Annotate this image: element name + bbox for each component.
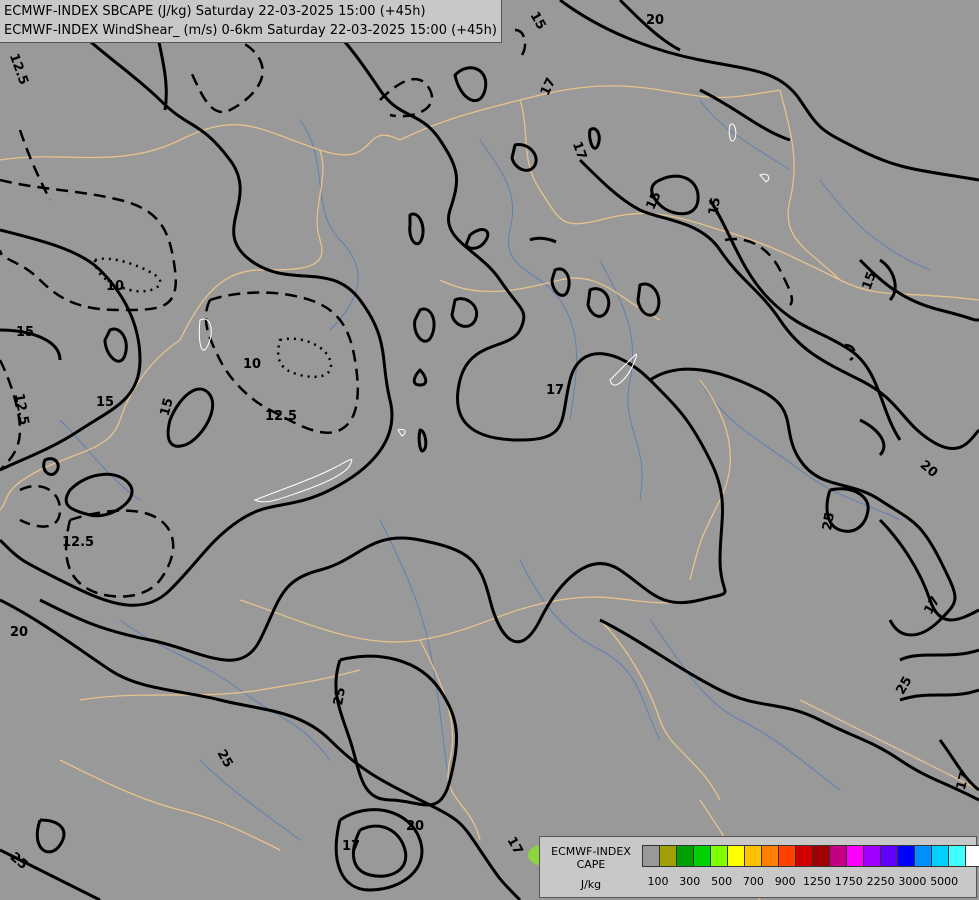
contour-label: 17 <box>546 383 564 398</box>
legend-tick-labels: 100 300 500 700 900 1250 1750 2250 3000 5000 <box>540 875 978 889</box>
contour-label: 10 <box>106 279 124 294</box>
legend-swatch <box>710 845 728 867</box>
legend-color-scale <box>642 845 979 867</box>
contour-label: 20 <box>10 625 28 640</box>
legend-swatch <box>693 845 711 867</box>
legend-tick-label: 5000 <box>930 875 959 888</box>
legend-swatch <box>846 845 864 867</box>
legend-tick-label: 300 <box>679 875 701 888</box>
legend-swatch <box>880 845 898 867</box>
contour-label: 25 <box>331 686 349 706</box>
legend-swatch <box>676 845 694 867</box>
legend-swatch <box>829 845 847 867</box>
legend-tick-label: 900 <box>774 875 796 888</box>
legend-tick-label: 700 <box>742 875 764 888</box>
legend-swatch <box>727 845 745 867</box>
map-title-box: ECMWF-INDEX SBCAPE (J/kg) Saturday 22-03… <box>0 0 502 43</box>
legend-swatch <box>931 845 949 867</box>
contour-label: 20 <box>406 819 424 834</box>
contour-label: 15 <box>16 325 34 340</box>
cape-legend: ECMWF-INDEX CAPE J/kg 100 300 500 700 900 125… <box>539 836 979 898</box>
legend-swatch <box>659 845 677 867</box>
contour-label: 12.5 <box>62 535 94 550</box>
legend-tick-label: 100 <box>647 875 669 888</box>
legend-swatch <box>948 845 966 867</box>
contour-label: 15 <box>96 395 114 410</box>
legend-source: ECMWF-INDEX <box>551 845 631 858</box>
legend-tick-label: 1250 <box>803 875 831 888</box>
title-line-windshear: ECMWF-INDEX WindShear_ (m/s) 0-6km Satur… <box>4 23 497 38</box>
legend-parameter: CAPE <box>576 858 606 871</box>
legend-swatch <box>965 845 979 867</box>
contour-label: 20 <box>646 13 664 28</box>
contour-label: 15 <box>706 196 724 216</box>
contour-label: 25 <box>820 511 838 531</box>
legend-swatch <box>642 845 660 867</box>
contour-label: 12.5 <box>265 409 297 424</box>
legend-swatch <box>795 845 813 867</box>
legend-tick-label: 3000 <box>898 875 927 888</box>
legend-tick-label: 2250 <box>866 875 895 888</box>
legend-swatch <box>812 845 830 867</box>
legend-tick-label: 1750 <box>834 875 863 888</box>
legend-swatch <box>863 845 881 867</box>
legend-swatch <box>778 845 796 867</box>
legend-swatch <box>761 845 779 867</box>
legend-swatch <box>744 845 762 867</box>
title-line-cape: ECMWF-INDEX SBCAPE (J/kg) Saturday 22-03… <box>4 4 426 19</box>
contour-label: 17 <box>342 839 360 854</box>
weather-map: 12.5 15 17 20 17 15 15 10 15 10 17 15 15… <box>0 0 979 900</box>
legend-swatch <box>897 845 915 867</box>
contour-label: 10 <box>243 357 261 372</box>
legend-tick-label: 500 <box>711 875 733 888</box>
legend-swatch <box>914 845 932 867</box>
